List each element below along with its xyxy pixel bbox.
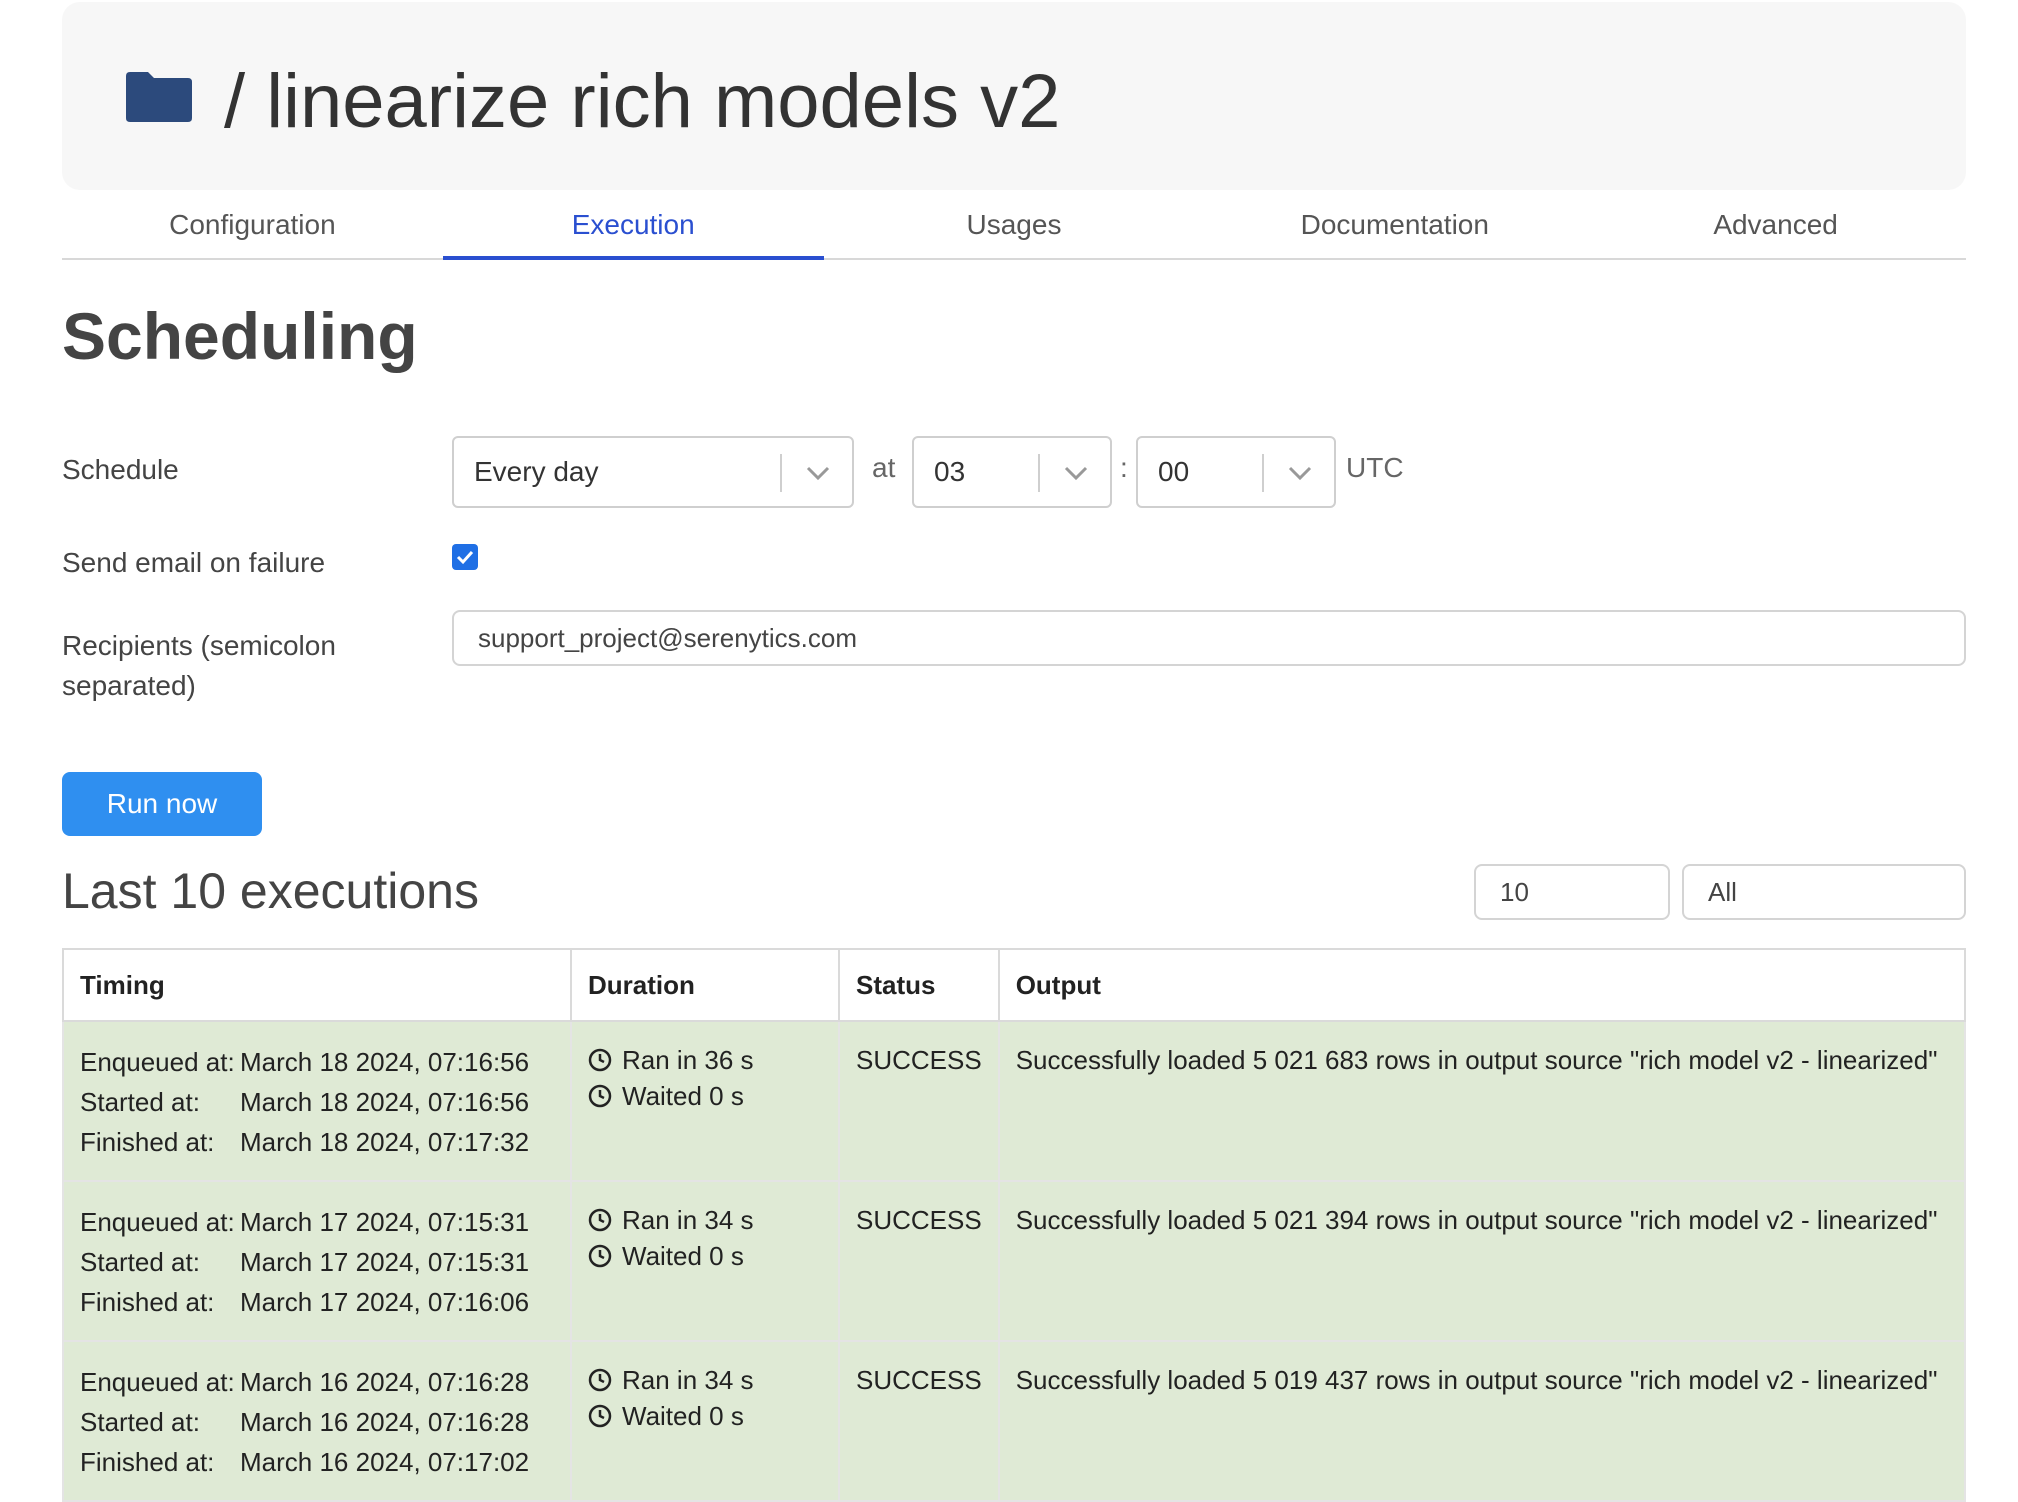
executions-title: Last 10 executions <box>62 863 479 919</box>
tab-advanced[interactable]: Advanced <box>1585 200 1966 258</box>
page-title: / linearize rich models v2 <box>224 59 1061 144</box>
waited-duration: Waited 0 s <box>622 1081 744 1111</box>
started-value: March 17 2024, 07:15:31 <box>240 1247 530 1277</box>
status-cell: SUCCESS <box>838 1340 1000 1502</box>
recipients-label: Recipients (semicolon separated) <box>62 630 336 701</box>
enqueued-value: March 18 2024, 07:16:56 <box>240 1047 530 1077</box>
frequency-select[interactable]: Every day <box>452 436 854 508</box>
minute-select[interactable]: 00 <box>1136 436 1336 508</box>
timing-cell: Enqueued at: March 18 2024, 07:16:56 Star… <box>62 1020 572 1182</box>
started-label: Started at: <box>80 1087 200 1117</box>
run-now-button[interactable]: Run now <box>62 772 262 836</box>
email-failure-checkbox[interactable] <box>452 544 478 570</box>
hour-select[interactable]: 03 <box>912 436 1112 508</box>
column-header-duration: Duration <box>570 948 840 1022</box>
clock-icon <box>588 1404 612 1428</box>
at-label: at <box>872 452 896 483</box>
status-filter-input[interactable]: All <box>1682 864 1966 920</box>
finished-label: Finished at: <box>80 1127 215 1157</box>
enqueued-label: Enqueued at: <box>80 1367 235 1397</box>
recipients-input[interactable]: support_project@serenytics.com <box>452 610 1966 666</box>
status-cell: SUCCESS <box>838 1180 1000 1342</box>
ran-duration: Ran in 34 s <box>622 1205 754 1235</box>
ran-duration: Ran in 34 s <box>622 1365 754 1395</box>
frequency-value: Every day <box>474 456 599 487</box>
duration-cell: Ran in 36 s Waited 0 s <box>570 1020 840 1182</box>
waited-duration: Waited 0 s <box>622 1401 744 1431</box>
clock-icon <box>588 1244 612 1268</box>
column-header-timing: Timing <box>62 948 572 1022</box>
check-icon <box>456 550 474 565</box>
timezone-label: UTC <box>1346 452 1404 483</box>
finished-label: Finished at: <box>80 1447 215 1477</box>
clock-icon <box>588 1208 612 1232</box>
clock-icon <box>588 1084 612 1108</box>
output-cell: Successfully loaded 5 021 394 rows in ou… <box>997 1180 1967 1342</box>
tab-documentation[interactable]: Documentation <box>1204 200 1585 258</box>
tab-execution[interactable]: Execution <box>442 200 824 260</box>
started-label: Started at: <box>80 1247 200 1277</box>
schedule-label: Schedule <box>62 454 179 485</box>
clock-icon <box>588 1368 612 1392</box>
started-label: Started at: <box>80 1407 200 1437</box>
started-value: March 16 2024, 07:16:28 <box>240 1407 530 1437</box>
hour-value: 03 <box>934 456 966 487</box>
executions-table: Timing Duration Status Output Enqueued a… <box>62 948 1967 1502</box>
clock-icon <box>588 1048 612 1072</box>
output-cell: Successfully loaded 5 021 683 rows in ou… <box>997 1020 1967 1182</box>
finished-value: March 18 2024, 07:17:32 <box>240 1127 530 1157</box>
table-row: Enqueued at: March 18 2024, 07:16:56 Star… <box>62 1020 1967 1182</box>
timing-cell: Enqueued at: March 16 2024, 07:16:28 Star… <box>62 1340 572 1502</box>
colon-separator: : <box>1120 452 1128 483</box>
chevron-down-icon <box>1288 466 1312 481</box>
enqueued-label: Enqueued at: <box>80 1047 235 1077</box>
finished-label: Finished at: <box>80 1287 215 1317</box>
section-title: Scheduling <box>62 299 418 373</box>
chevron-down-icon <box>1064 466 1088 481</box>
column-header-status: Status <box>838 948 1000 1022</box>
finished-value: March 16 2024, 07:17:02 <box>240 1447 530 1477</box>
table-row: Enqueued at: March 16 2024, 07:16:28 Star… <box>62 1340 1967 1502</box>
output-cell: Successfully loaded 5 019 437 rows in ou… <box>997 1340 1967 1502</box>
timing-cell: Enqueued at: March 17 2024, 07:15:31 Star… <box>62 1180 572 1342</box>
waited-duration: Waited 0 s <box>622 1241 744 1271</box>
enqueued-label: Enqueued at: <box>80 1207 235 1237</box>
column-header-output: Output <box>997 948 1967 1022</box>
duration-cell: Ran in 34 s Waited 0 s <box>570 1340 840 1502</box>
tab-usages[interactable]: Usages <box>824 200 1205 258</box>
enqueued-value: March 16 2024, 07:16:28 <box>240 1367 530 1397</box>
ran-duration: Ran in 36 s <box>622 1045 754 1075</box>
status-cell: SUCCESS <box>838 1020 1000 1182</box>
chevron-down-icon <box>806 466 830 481</box>
started-value: March 18 2024, 07:16:56 <box>240 1087 530 1117</box>
table-row: Enqueued at: March 17 2024, 07:15:31 Star… <box>62 1180 1967 1342</box>
folder-icon <box>126 72 192 122</box>
email-failure-label: Send email on failure <box>62 547 326 578</box>
minute-value: 00 <box>1158 456 1190 487</box>
limit-input[interactable]: 10 <box>1474 864 1670 920</box>
enqueued-value: March 17 2024, 07:15:31 <box>240 1207 530 1237</box>
tab-configuration[interactable]: Configuration <box>62 200 443 258</box>
tab-bar: Configuration Execution Usages Documenta… <box>62 200 1966 260</box>
duration-cell: Ran in 34 s Waited 0 s <box>570 1180 840 1342</box>
finished-value: March 17 2024, 07:16:06 <box>240 1287 530 1317</box>
